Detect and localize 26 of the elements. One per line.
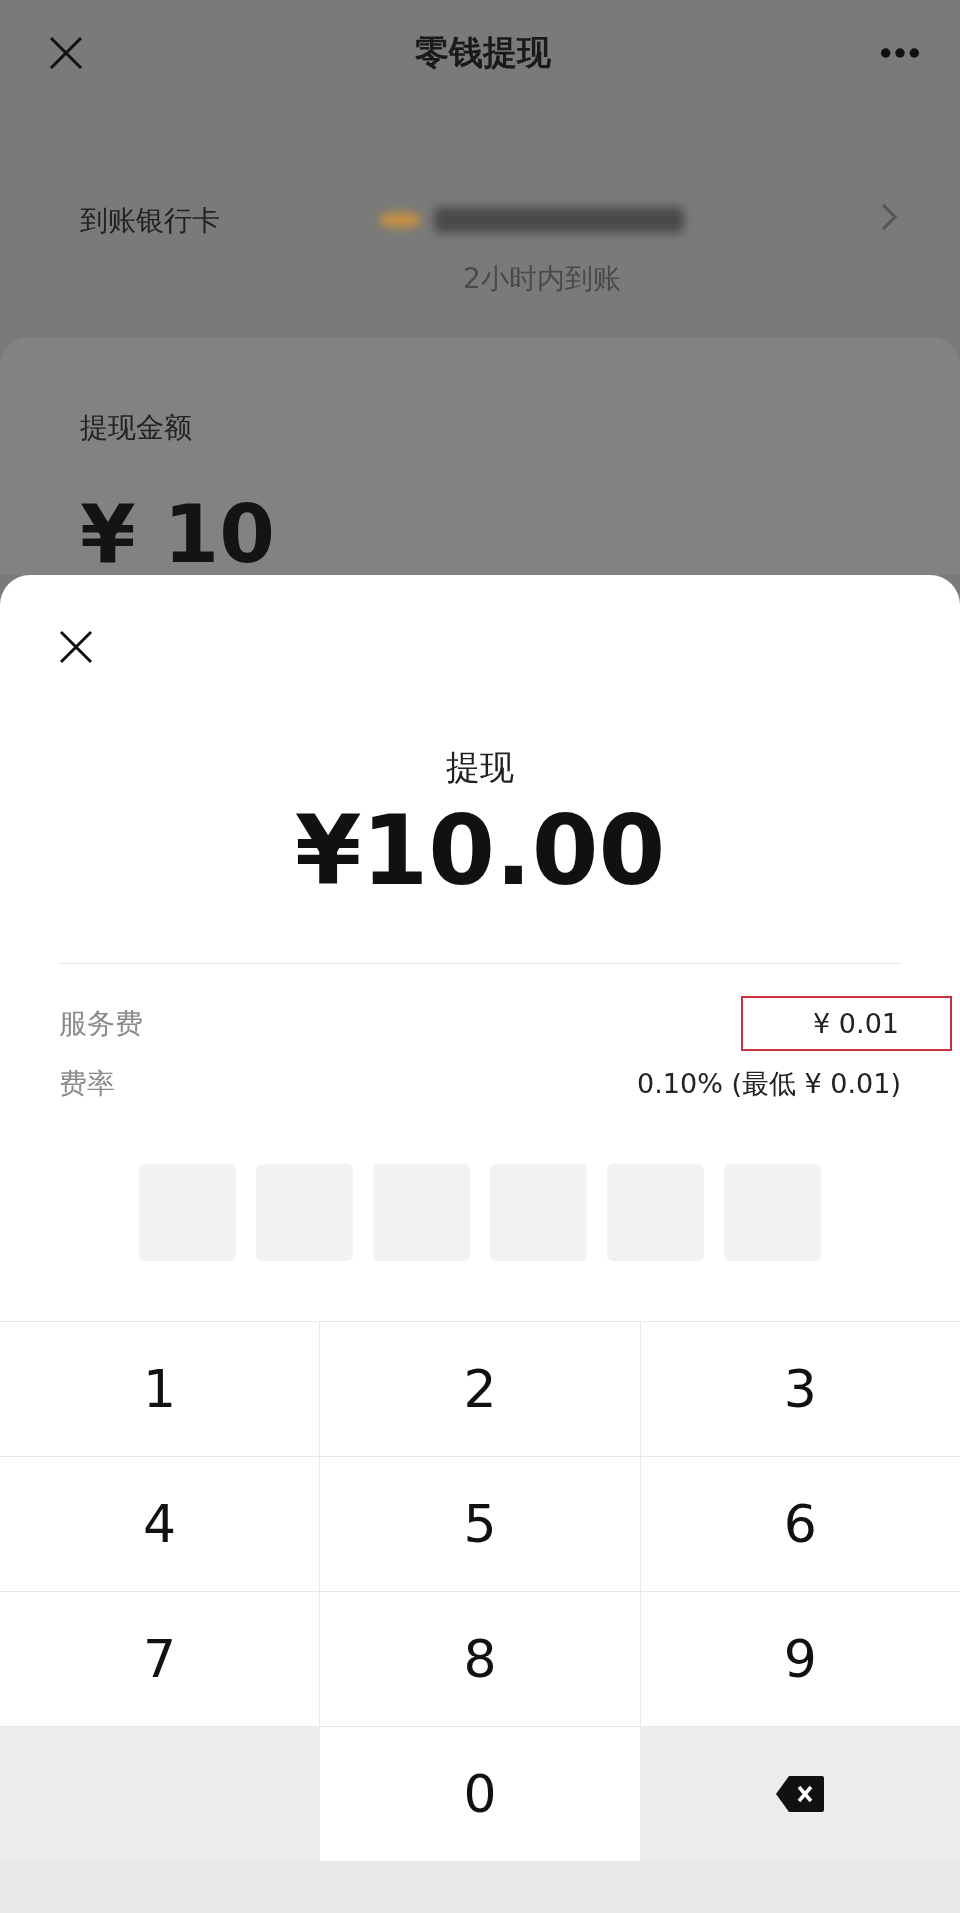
fee-value: 0.10% (最低 ¥ 0.01)	[637, 1066, 901, 1101]
digit-key[interactable]: 1	[0, 1321, 320, 1456]
backspace-icon	[775, 1774, 826, 1813]
withdraw-amount: ¥10.00	[293, 799, 667, 905]
fee-value: ¥ 0.01	[741, 996, 952, 1052]
sheet-title: 提现	[445, 746, 515, 789]
digit-key[interactable]: 8	[320, 1591, 640, 1726]
more-icon	[880, 47, 920, 60]
fee-label: 服务费	[59, 1005, 143, 1042]
page-title: 零钱提现	[415, 31, 551, 75]
digit-key[interactable]: 2	[320, 1321, 640, 1456]
digit-key[interactable]: 7	[0, 1591, 320, 1726]
digit-key[interactable]: 9	[640, 1591, 960, 1726]
digit-key[interactable]: 3	[640, 1321, 960, 1456]
digit-key[interactable]: 5	[320, 1456, 640, 1591]
close-icon	[58, 629, 94, 665]
fee-label: 费率	[59, 1065, 115, 1102]
close-icon	[48, 35, 84, 72]
digit-key[interactable]: 0	[320, 1726, 640, 1861]
digit-key[interactable]: 4	[0, 1456, 320, 1591]
digit-key[interactable]: 6	[640, 1456, 960, 1591]
amount-label: 提现金额	[80, 410, 193, 446]
amount-value: ¥ 10	[80, 495, 276, 575]
bank-card-label: 到账银行卡	[80, 202, 221, 239]
chevron-right-icon[interactable]	[880, 201, 898, 232]
backspace-key[interactable]	[640, 1726, 960, 1861]
